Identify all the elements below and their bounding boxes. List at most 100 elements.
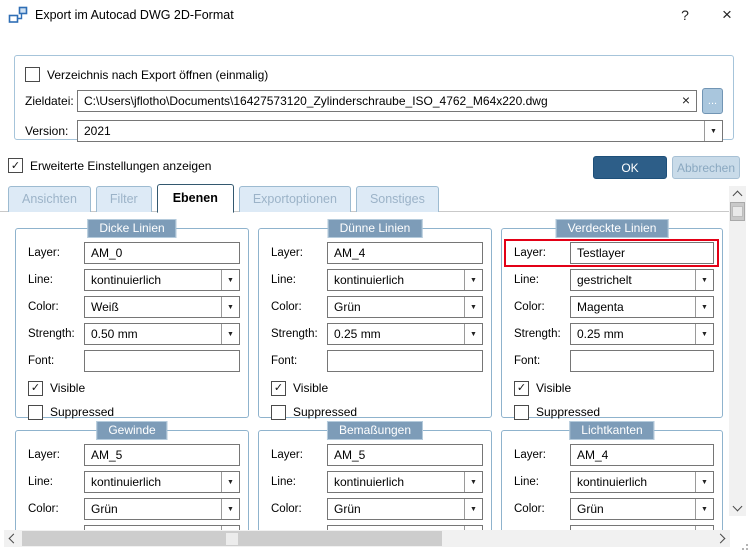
visible-label: Visible — [50, 381, 86, 395]
group-title: Verdeckte Linien — [555, 219, 669, 238]
version-label: Version: — [25, 124, 69, 138]
line-select[interactable]: kontinuierlich ▼ — [84, 269, 240, 291]
target-file-input[interactable] — [77, 90, 697, 112]
visible-checkbox[interactable]: ✓ — [271, 380, 286, 396]
strength-label: Strength: — [271, 328, 318, 340]
strength-select[interactable]: 0.25 mm ▼ — [570, 323, 714, 345]
strength-value: 0.50 mm — [91, 327, 138, 341]
scroll-right-icon[interactable] — [714, 530, 730, 547]
tab-ansichten[interactable]: Ansichten — [8, 186, 91, 212]
chevron-down-icon[interactable]: ▼ — [695, 472, 713, 492]
advanced-settings-checkbox[interactable]: ✓ — [8, 158, 23, 173]
chevron-down-icon[interactable]: ▼ — [695, 324, 713, 344]
chevron-down-icon[interactable]: ▼ — [464, 270, 482, 290]
layer-input[interactable] — [570, 242, 714, 264]
layer-label: Layer: — [271, 247, 303, 259]
font-label: Font: — [271, 355, 298, 367]
strength-select[interactable]: 0.50 mm ▼ — [84, 323, 240, 345]
suppressed-checkbox[interactable] — [514, 404, 529, 420]
layer-input[interactable] — [327, 444, 483, 466]
horizontal-scroll-thumb[interactable] — [22, 531, 442, 546]
line-label: Line: — [28, 476, 53, 488]
line-select[interactable]: kontinuierlich ▼ — [327, 269, 483, 291]
line-value: kontinuierlich — [91, 273, 162, 287]
chevron-down-icon[interactable]: ▼ — [464, 297, 482, 317]
font-input[interactable] — [570, 350, 714, 372]
line-label: Line: — [28, 274, 53, 286]
version-row: Version: 2021 ▼ — [25, 120, 723, 142]
group-title: Dicke Linien — [87, 219, 177, 238]
vertical-scroll-thumb[interactable] — [730, 202, 745, 221]
open-dir-checkbox[interactable] — [25, 67, 40, 82]
group-lichtkanten: Lichtkanten Layer: Line:kontinuierlich▼ … — [501, 421, 723, 530]
strength-select[interactable]: 0.25 mm ▼ — [327, 323, 483, 345]
layer-input[interactable] — [84, 444, 240, 466]
target-file-fieldwrap: × — [77, 90, 697, 112]
chevron-down-icon[interactable]: ▼ — [704, 121, 722, 141]
chevron-down-icon[interactable]: ▼ — [695, 270, 713, 290]
browse-button[interactable]: ... — [702, 88, 723, 114]
tab-exportoptionen[interactable]: Exportoptionen — [238, 186, 351, 212]
cancel-button[interactable]: Abbrechen — [672, 156, 740, 179]
group-title: Lichtkanten — [569, 421, 655, 440]
suppressed-checkbox[interactable] — [28, 404, 43, 420]
chevron-down-icon[interactable]: ▼ — [221, 472, 239, 492]
scroll-down-icon[interactable] — [729, 500, 746, 516]
layer-input[interactable] — [570, 444, 714, 466]
scroll-up-icon[interactable] — [729, 186, 746, 202]
tab-ebenen[interactable]: Ebenen — [156, 184, 234, 213]
help-icon[interactable]: ? — [674, 4, 696, 26]
line-select[interactable]: kontinuierlich ▼ — [84, 471, 240, 493]
color-select[interactable]: Grün ▼ — [327, 498, 483, 520]
tab-filter[interactable]: Filter — [95, 186, 152, 212]
font-input[interactable] — [84, 350, 240, 372]
chevron-down-icon[interactable]: ▼ — [695, 297, 713, 317]
vertical-scrollbar[interactable] — [729, 186, 746, 516]
tab-sonstiges[interactable]: Sonstiges — [355, 186, 439, 212]
suppressed-checkbox[interactable] — [271, 404, 286, 420]
chevron-down-icon[interactable]: ▼ — [464, 499, 482, 519]
resize-grip[interactable] — [740, 542, 748, 550]
group-duenne-linien: Dünne Linien Layer: Line: kontinuierlich ▼… — [258, 219, 492, 420]
chevron-down-icon[interactable]: ▼ — [221, 270, 239, 290]
version-select[interactable]: 2021 ▼ — [77, 120, 723, 142]
color-select[interactable]: Grün ▼ — [327, 296, 483, 318]
chevron-down-icon[interactable]: ▼ — [695, 499, 713, 519]
clear-file-icon[interactable]: × — [682, 92, 690, 108]
scroll-left-icon[interactable] — [4, 530, 20, 547]
font-label: Font: — [514, 355, 541, 367]
color-select[interactable]: Weiß ▼ — [84, 296, 240, 318]
color-label: Color: — [514, 301, 545, 313]
chevron-down-icon[interactable]: ▼ — [221, 324, 239, 344]
color-label: Color: — [28, 301, 59, 313]
color-select[interactable]: Grün ▼ — [84, 498, 240, 520]
layer-label: Layer: — [28, 449, 60, 461]
color-label: Color: — [28, 503, 59, 515]
visible-checkbox[interactable]: ✓ — [514, 380, 529, 396]
visible-checkbox[interactable]: ✓ — [28, 380, 43, 396]
group-verdeckte-linien: Verdeckte Linien Layer: Line: gestrichelt… — [501, 219, 723, 420]
suppressed-label: Suppressed — [536, 405, 601, 419]
export-target-groupbox: Verzeichnis nach Export öffnen (einmalig… — [14, 55, 734, 142]
line-select[interactable]: kontinuierlich ▼ — [570, 471, 714, 493]
chevron-down-icon[interactable]: ▼ — [464, 324, 482, 344]
chevron-down-icon[interactable]: ▼ — [464, 472, 482, 492]
ebenen-tab-panel: Dicke Linien Layer: Line: kontinuierlich ▼… — [0, 212, 728, 530]
group-title: Gewinde — [96, 421, 168, 440]
line-value: kontinuierlich — [334, 273, 405, 287]
color-label: Color: — [514, 503, 545, 515]
close-icon[interactable]: × — [714, 2, 740, 28]
target-file-row: Zieldatei: × ... — [25, 88, 723, 114]
line-select[interactable]: kontinuierlich ▼ — [327, 471, 483, 493]
horizontal-scrollbar[interactable] — [4, 530, 730, 547]
color-select[interactable]: Magenta ▼ — [570, 296, 714, 318]
export-dwg-icon — [8, 6, 28, 24]
chevron-down-icon[interactable]: ▼ — [221, 297, 239, 317]
line-select[interactable]: gestrichelt ▼ — [570, 269, 714, 291]
chevron-down-icon[interactable]: ▼ — [221, 499, 239, 519]
color-select[interactable]: Grün ▼ — [570, 498, 714, 520]
ok-button[interactable]: OK — [593, 156, 667, 179]
layer-input[interactable] — [84, 242, 240, 264]
layer-input[interactable] — [327, 242, 483, 264]
font-input[interactable] — [327, 350, 483, 372]
